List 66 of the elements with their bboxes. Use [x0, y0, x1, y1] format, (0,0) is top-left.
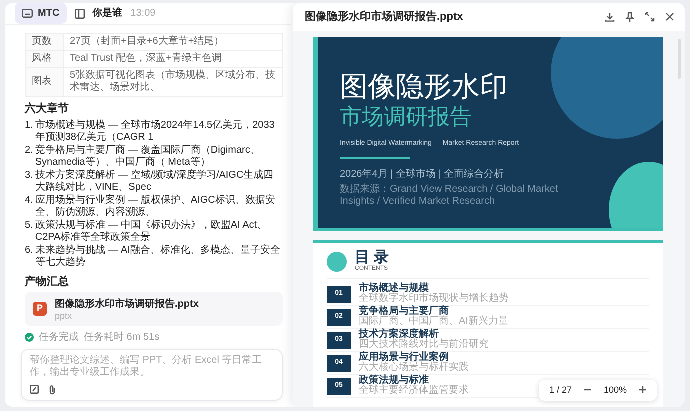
file-type-icon: P [33, 302, 47, 316]
file-card[interactable]: P 图像隐形水印市场调研报告.pptx pptx [25, 292, 283, 326]
toc-title: 技术方案深度解析 [359, 330, 439, 340]
list-number: 5. [25, 220, 34, 232]
zoom-in-button[interactable] [639, 386, 647, 394]
expand-button[interactable] [645, 12, 655, 22]
table-cell: Teal Trust 配色，深蓝+青绿主色调 [64, 50, 282, 68]
table-cell: 页数 [26, 34, 64, 50]
table-cell: 图表 [26, 68, 64, 96]
preview-title: 图像隐形水印市场调研报告.pptx [305, 10, 464, 25]
list-item-text: 政策法规与标准 — 中国《标识办法》，欧盟AI Act、C2PA标准等全球政策全景 [35, 220, 268, 244]
list-number: 3. [25, 170, 34, 182]
slide-source: 数据来源：Grand View Research / Global Market Insights / Verified Market Research [340, 184, 560, 208]
circle-shape [327, 252, 347, 272]
duration-label: 任务耗时 6m 51s [84, 330, 160, 345]
plus-icon [639, 386, 647, 394]
toc-title: 政策法规与标准 [359, 376, 430, 386]
slide-title: 图像隐形水印 [340, 71, 509, 104]
monitor-icon [22, 9, 33, 18]
toc-subtitle: 国际厂商、中国厂商、AI新兴力量 [359, 317, 508, 328]
pin-icon [625, 12, 635, 22]
download-icon [605, 12, 615, 22]
toc-subtitle: 四大技术路线对比与前沿研究 [359, 340, 489, 350]
zoom-level: 100% [604, 384, 627, 396]
status-label: 任务完成 [39, 330, 79, 345]
file-type: pptx [55, 312, 74, 321]
formula-icon [30, 385, 39, 394]
table-cell: 27页（封面+目录+6大章节+结尾） [64, 34, 282, 50]
section-heading: 六大章节 [25, 102, 70, 117]
pin-button[interactable] [625, 12, 635, 22]
list-item-text: 竞争格局与主要厂商 — 覆盖国际厂商（Digimarc、Synamedia等）、中国厂商（ Meta等） [35, 144, 262, 168]
attach-button[interactable] [49, 385, 56, 395]
slide-subtitle: 市场调研报告 [340, 103, 473, 131]
slide-meta: 2026年4月 | 全球市场 | 全面综合分析 [340, 168, 506, 182]
toc-subtitle: 六大核心场景与标杆实践 [359, 363, 469, 374]
paperclip-icon [49, 385, 56, 395]
file-name: 图像隐形水印市场调研报告.pptx [55, 297, 199, 312]
table-cell: 5张数据可视化图表（市场规模、区域分布、技术雷达、场景对比、 [64, 68, 282, 96]
list-number: 4. [25, 194, 34, 208]
toc-heading: 目 录 [355, 250, 390, 265]
toc-title: 竞争格局与主要厂商 [359, 306, 450, 316]
list-item-text: 应用场景与行业案例 — 版权保护、AIGC标识、数据安全、防伪溯源、内容溯源、 [35, 194, 276, 218]
toc-title: 应用场景与行业案例 [359, 352, 449, 362]
list-item-text: 未来趋势与挑战 — AI融合、标准化、多模态、量子安全等七大趋势 [35, 244, 282, 268]
sidebar-toggle-button[interactable] [74, 8, 85, 18]
list-number: 6. [25, 244, 34, 258]
close-icon [665, 12, 675, 22]
toc-title: 市场概述与规模 [359, 284, 429, 294]
toc-subtitle: 全球主要经济体监管要求 [359, 386, 469, 396]
list-item-text: 技术方案深度解析 — 空域/频域/深度学习/AIGC生成四大路线对比，VINE、Spec [35, 170, 275, 194]
formula-button[interactable] [30, 385, 39, 395]
check-circle-icon [25, 333, 34, 342]
app-button[interactable]: MTC [15, 3, 67, 24]
table-cell: 风格 [26, 50, 64, 68]
timestamp: 13:09 [130, 7, 156, 21]
close-button[interactable] [665, 12, 675, 22]
toc-subtitle: 全球数字水印市场现状与增长趋势 [359, 294, 509, 304]
sidebar-icon [74, 8, 85, 18]
list-number: 2. [25, 144, 34, 158]
list-item-text: 市场概述与规模 — 全球市场2024年14.5亿美元，2033年预测38亿美元（CAGR 1 [35, 120, 276, 144]
conversation-title: 你是谁 [92, 6, 123, 21]
download-button[interactable] [605, 12, 615, 22]
expand-icon [645, 12, 655, 22]
section-heading: 产物汇总 [25, 274, 70, 290]
page-indicator: 1 / 27 [549, 384, 572, 396]
list-number: 1. [25, 120, 34, 132]
